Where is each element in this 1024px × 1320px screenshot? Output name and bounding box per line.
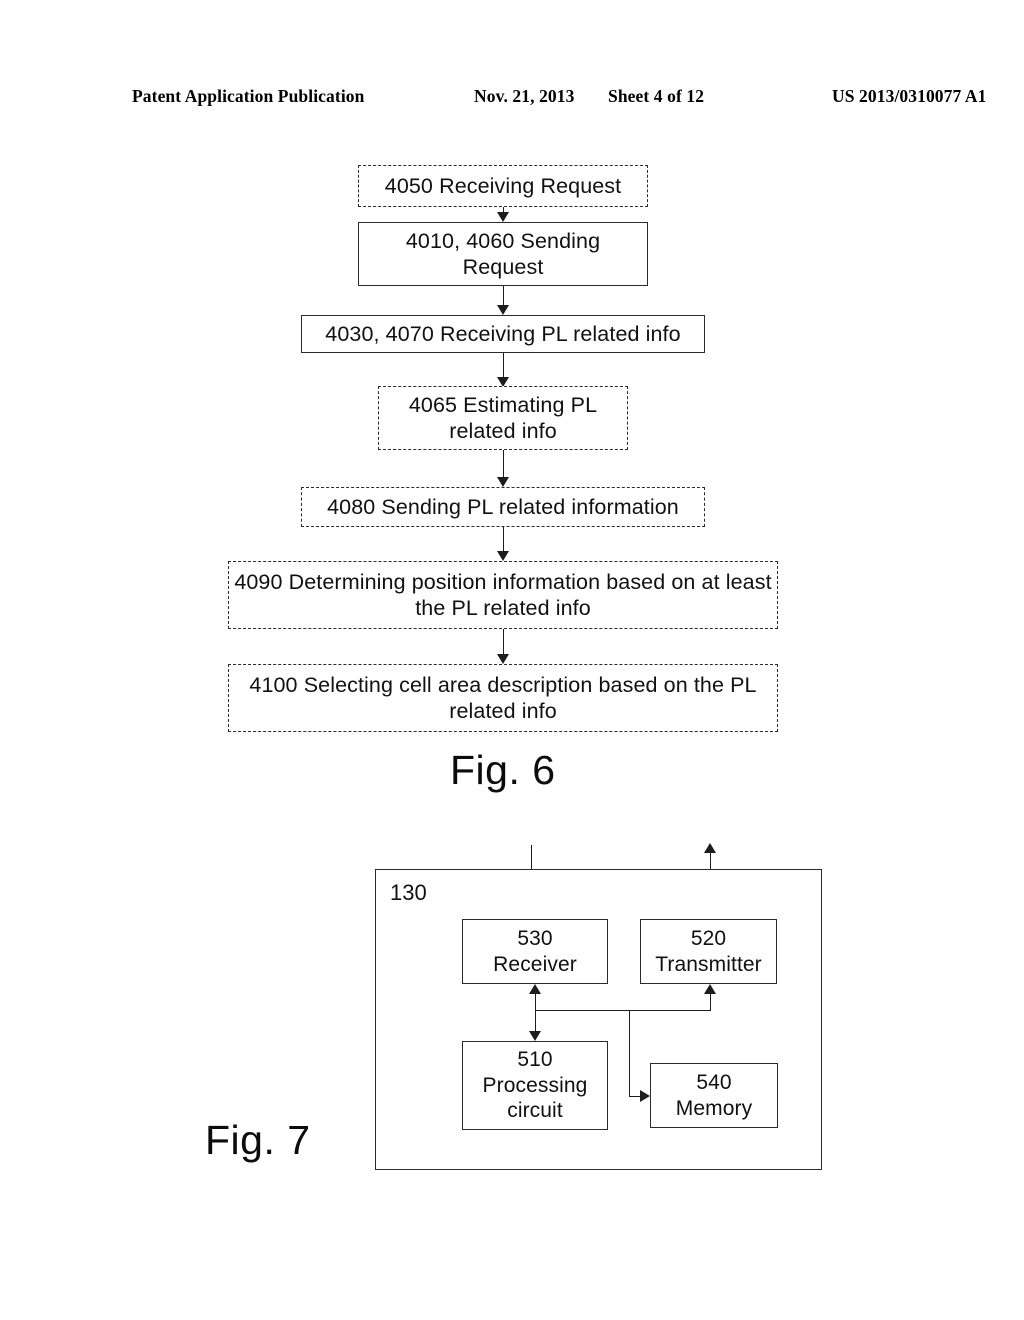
block-530-number: 530 bbox=[517, 926, 553, 950]
enclosure-label-130: 130 bbox=[390, 880, 427, 905]
block-520-name: Transmitter bbox=[655, 952, 762, 976]
block-520-number: 520 bbox=[690, 926, 727, 950]
block-540-memory: 540 Memory bbox=[650, 1063, 778, 1128]
header-date: Nov. 21, 2013 bbox=[474, 86, 575, 106]
flow-step-4100-label-line1: 4100 Selecting cell area description bas… bbox=[249, 672, 757, 697]
flow-step-4030-4070-label: 4030, 4070 Receiving PL related info bbox=[325, 321, 681, 346]
bus-processing-to-transmitter bbox=[535, 1010, 711, 1011]
link-receiver-processing bbox=[535, 992, 536, 1034]
figure-6-caption: Fig. 6 bbox=[450, 747, 556, 793]
figure-7-caption: Fig. 7 bbox=[205, 1117, 311, 1163]
flow-step-4050: 4050 Receiving Request bbox=[358, 165, 648, 207]
link-bus-to-memory-vertical bbox=[629, 1010, 630, 1096]
arrow-4090-to-4100 bbox=[496, 654, 509, 664]
flow-step-4010-4060-label-line1: 4010, 4060 Sending bbox=[405, 228, 601, 253]
block-510-processing-circuit: 510 Processing circuit bbox=[462, 1041, 608, 1130]
block-510-number: 510 bbox=[517, 1048, 553, 1072]
block-530-name: Receiver bbox=[493, 952, 577, 976]
link-bus-to-transmitter bbox=[710, 992, 711, 1011]
arrow-4050-to-4010 bbox=[496, 212, 509, 222]
block-530-receiver: 530 Receiver bbox=[462, 919, 608, 984]
flow-step-4010-4060: 4010, 4060 Sending Request bbox=[358, 222, 648, 286]
flow-step-4100: 4100 Selecting cell area description bas… bbox=[228, 664, 778, 732]
flow-step-4065: 4065 Estimating PL related info bbox=[378, 386, 628, 450]
flow-step-4030-4070: 4030, 4070 Receiving PL related info bbox=[301, 315, 705, 353]
arrow-bus-to-transmitter bbox=[703, 984, 716, 994]
flow-step-4065-label-line2: related info bbox=[449, 419, 557, 443]
flow-step-4090: 4090 Determining position information ba… bbox=[228, 561, 778, 629]
arrow-receiver-to-processing bbox=[528, 1031, 541, 1041]
flow-step-4100-label-line2: related info bbox=[449, 699, 557, 723]
arrow-processing-to-receiver bbox=[528, 984, 541, 994]
arrow-4065-to-4080 bbox=[496, 477, 509, 487]
flow-step-4090-label-line1: 4090 Determining position information ba… bbox=[234, 569, 772, 594]
block-510-name-line2: circuit bbox=[507, 1099, 563, 1123]
flow-step-4050-label: 4050 Receiving Request bbox=[384, 173, 622, 198]
block-540-number: 540 bbox=[696, 1070, 732, 1094]
header-patent-number: US 2013/0310077 A1 bbox=[832, 86, 987, 106]
external-output-arrow bbox=[703, 843, 716, 853]
block-520-transmitter: 520 Transmitter bbox=[640, 919, 777, 984]
flow-step-4080-label: 4080 Sending PL related information bbox=[327, 494, 679, 519]
arrow-bus-to-memory bbox=[640, 1089, 650, 1102]
block-540-name: Memory bbox=[675, 1096, 753, 1120]
flow-step-4065-label-line1: 4065 Estimating PL bbox=[408, 392, 598, 417]
flow-step-4090-label-line2: the PL related info bbox=[415, 596, 591, 620]
header-sheet: Sheet 4 of 12 bbox=[608, 86, 705, 106]
arrow-4080-to-4090 bbox=[496, 551, 509, 561]
patent-drawing-page: Patent Application Publication Nov. 21, … bbox=[0, 0, 1024, 1320]
arrow-4010-to-4030 bbox=[496, 305, 509, 315]
block-510-name-line1: Processing bbox=[482, 1073, 588, 1097]
flow-step-4080: 4080 Sending PL related information bbox=[301, 487, 705, 527]
header-publication: Patent Application Publication bbox=[132, 86, 365, 106]
flow-step-4010-4060-label-line2: Request bbox=[462, 255, 544, 279]
